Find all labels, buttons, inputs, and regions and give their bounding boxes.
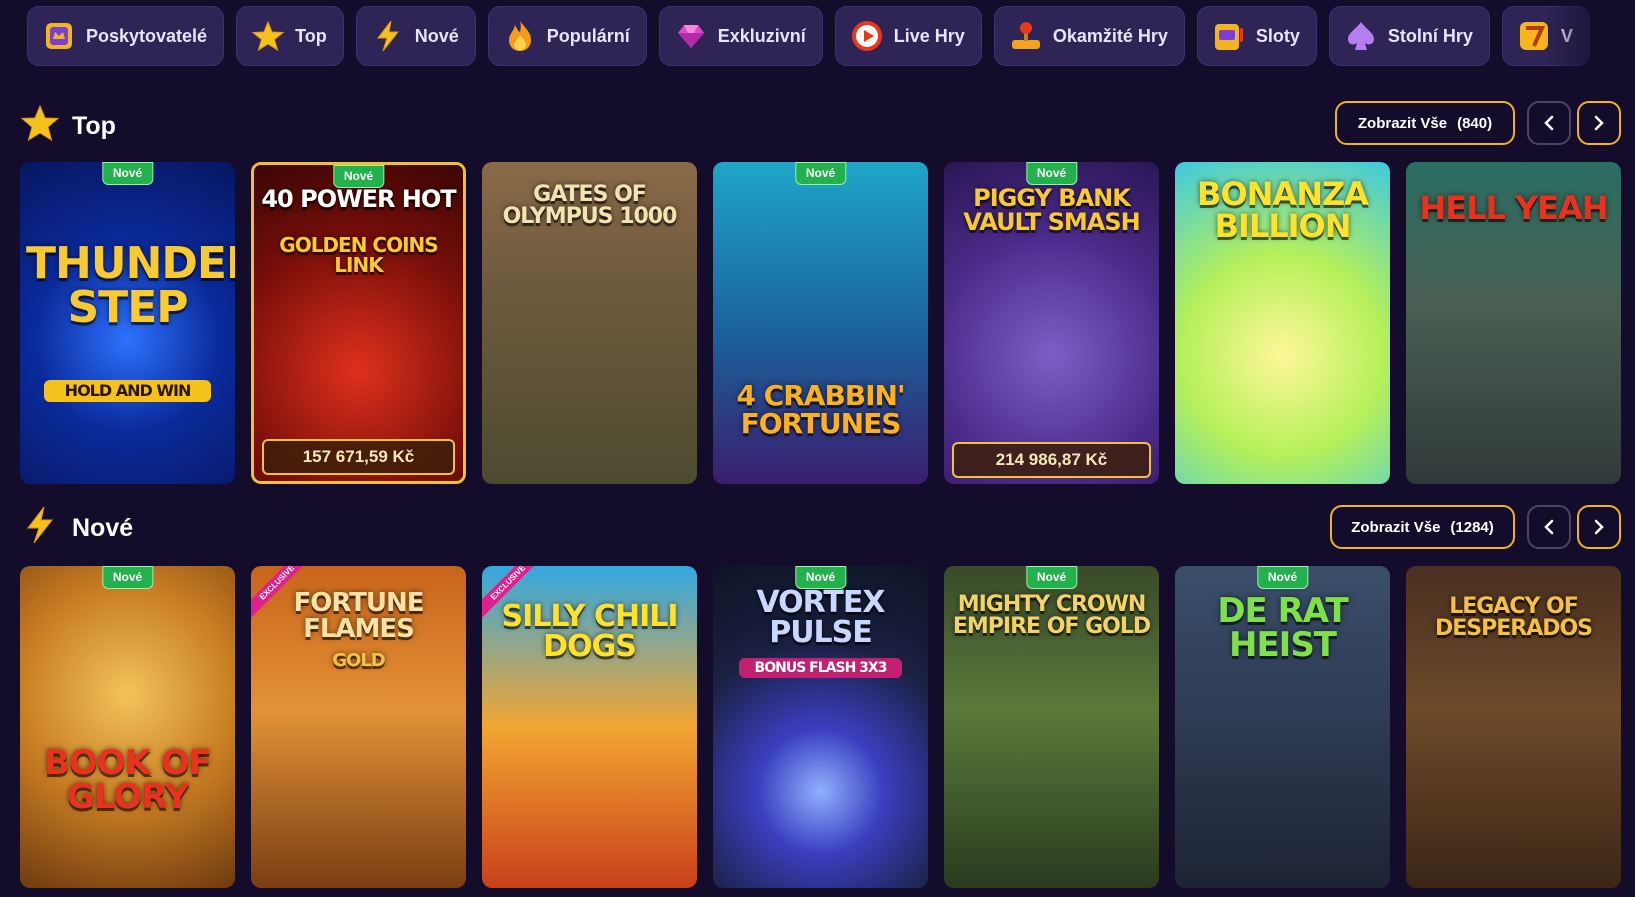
view-all-label: Zobrazit Vše (1351, 518, 1441, 536)
category-label: Okamžité Hry (1052, 25, 1168, 46)
game-card[interactable]: EXCLUSIVE Fortune Flames Gold (251, 566, 466, 888)
category-label: Nové (414, 25, 459, 46)
view-all-count: (1284) (1450, 518, 1494, 536)
game-title: Hell Yeah (1419, 189, 1608, 227)
view-all-count: (840) (1457, 114, 1493, 132)
category-label: Exkluzivní (717, 25, 806, 46)
game-card[interactable]: Nové Vortex Pulse Bonus Flash 3x3 (713, 566, 928, 888)
top-prev-button[interactable] (1527, 101, 1571, 145)
game-card[interactable]: Nové Mighty Crown Empire of Gold (944, 566, 1159, 888)
game-title: Piggy Bank Vault Smash (963, 184, 1140, 236)
new-badge: Nové (1256, 566, 1309, 589)
game-card[interactable]: Hell Yeah (1406, 162, 1621, 484)
new-badge: Nové (794, 566, 847, 589)
game-card[interactable]: Bonanza Billion (1175, 162, 1390, 484)
game-card[interactable]: Nové 4 Crabbin' Fortunes (713, 162, 928, 484)
flame-icon (503, 19, 537, 53)
game-title: 4 Crabbin' Fortunes (736, 379, 905, 440)
chevron-right-icon (1594, 115, 1604, 131)
game-title: Thunder Step (26, 238, 235, 333)
new-badge: Nové (1025, 162, 1078, 185)
providers-icon (42, 19, 76, 53)
category-live-games[interactable]: Live Hry (834, 6, 982, 66)
game-art (20, 566, 235, 888)
game-card[interactable]: EXCLUSIVE Silly Chili Dogs (482, 566, 697, 888)
star-icon (251, 19, 285, 53)
joystick-icon (1009, 19, 1043, 53)
category-new[interactable]: Nové (355, 6, 476, 66)
game-card[interactable]: Nové De Rat Heist (1175, 566, 1390, 888)
game-subtitle: Gold (332, 650, 386, 671)
game-card[interactable]: Nové 40 Power Hot Golden Coins Link 157 … (251, 162, 466, 484)
category-label: Stolní Hry (1387, 25, 1473, 46)
game-subtitle: Golden Coins Link (279, 233, 438, 277)
game-title: Mighty Crown Empire of Gold (952, 592, 1151, 639)
category-slots[interactable]: Sloty (1196, 6, 1317, 66)
slot-machine-icon (1212, 19, 1246, 53)
game-subtitle: Bonus Flash 3x3 (739, 658, 902, 678)
game-subtitle: Hold and Win (44, 380, 211, 402)
jackpot-amount: 157 671,59 Kč (262, 439, 455, 475)
top-next-button[interactable] (1577, 101, 1621, 145)
game-title: Vortex Pulse (756, 585, 885, 650)
chevron-left-icon (1544, 519, 1554, 535)
new-prev-button[interactable] (1527, 505, 1571, 549)
category-label: Populární (546, 25, 630, 46)
section-title-text: Top (72, 112, 116, 140)
game-card[interactable]: Nové Thunder Step Hold and Win (20, 162, 235, 484)
chevron-right-icon (1594, 519, 1604, 535)
category-instant-games[interactable]: Okamžité Hry (993, 6, 1185, 66)
nav-fade (1545, 6, 1635, 66)
category-label: Poskytovatelé (86, 25, 208, 46)
game-title: Fortune Flames (293, 588, 424, 644)
gem-icon (674, 19, 708, 53)
lightning-icon (371, 19, 405, 53)
view-all-label: Zobrazit Vše (1357, 114, 1448, 132)
new-badge: Nové (1025, 566, 1078, 589)
view-all-top-button[interactable]: Zobrazit Vše (840) (1335, 101, 1515, 145)
category-label: Top (295, 25, 327, 46)
new-games-row: Nové Book of Glory EXCLUSIVE Fortune Fla… (20, 566, 1635, 888)
new-badge: Nové (101, 162, 154, 185)
game-title: Legacy of Desperados (1434, 594, 1593, 641)
game-title: Bonanza Billion (1197, 175, 1369, 245)
jackpot-amount: 214 986,87 Kč (952, 442, 1151, 478)
game-card[interactable]: Nové Piggy Bank Vault Smash 214 986,87 K… (944, 162, 1159, 484)
play-icon (850, 19, 884, 53)
game-card[interactable]: Nové Book of Glory (20, 566, 235, 888)
chevron-left-icon (1544, 115, 1554, 131)
category-nav: Poskytovatelé Top Nové Populární Exkluzi… (27, 6, 1635, 66)
spade-icon (1344, 19, 1378, 53)
section-title-new: Nové (20, 505, 133, 552)
game-title: Silly Chili Dogs (501, 599, 678, 664)
game-title: Gates of Olympus 1000 (502, 182, 678, 229)
new-badge: Nové (794, 162, 847, 185)
game-title: De Rat Heist (1217, 591, 1348, 665)
category-label: Sloty (1255, 25, 1300, 46)
category-label: Live Hry (893, 25, 965, 46)
section-title-text: Nové (72, 514, 134, 542)
new-next-button[interactable] (1577, 505, 1621, 549)
lightning-icon (20, 505, 60, 552)
new-badge: Nové (101, 566, 154, 589)
new-badge: Nové (332, 165, 385, 188)
game-title: 40 Power Hot (261, 185, 456, 213)
category-top[interactable]: Top (236, 6, 344, 66)
top-games-row: Nové Thunder Step Hold and Win Nové 40 P… (20, 162, 1635, 484)
category-providers[interactable]: Poskytovatelé (27, 6, 225, 66)
category-popular[interactable]: Populární (487, 6, 647, 66)
category-exclusive[interactable]: Exkluzivní (658, 6, 823, 66)
section-title-top: Top (20, 103, 116, 150)
game-card[interactable]: Legacy of Desperados (1406, 566, 1621, 888)
game-card[interactable]: Gates of Olympus 1000 (482, 162, 697, 484)
star-icon (20, 103, 60, 150)
view-all-new-button[interactable]: Zobrazit Vše (1284) (1330, 505, 1515, 549)
game-title: Book of Glory (43, 743, 212, 817)
category-table-games[interactable]: Stolní Hry (1328, 6, 1490, 66)
